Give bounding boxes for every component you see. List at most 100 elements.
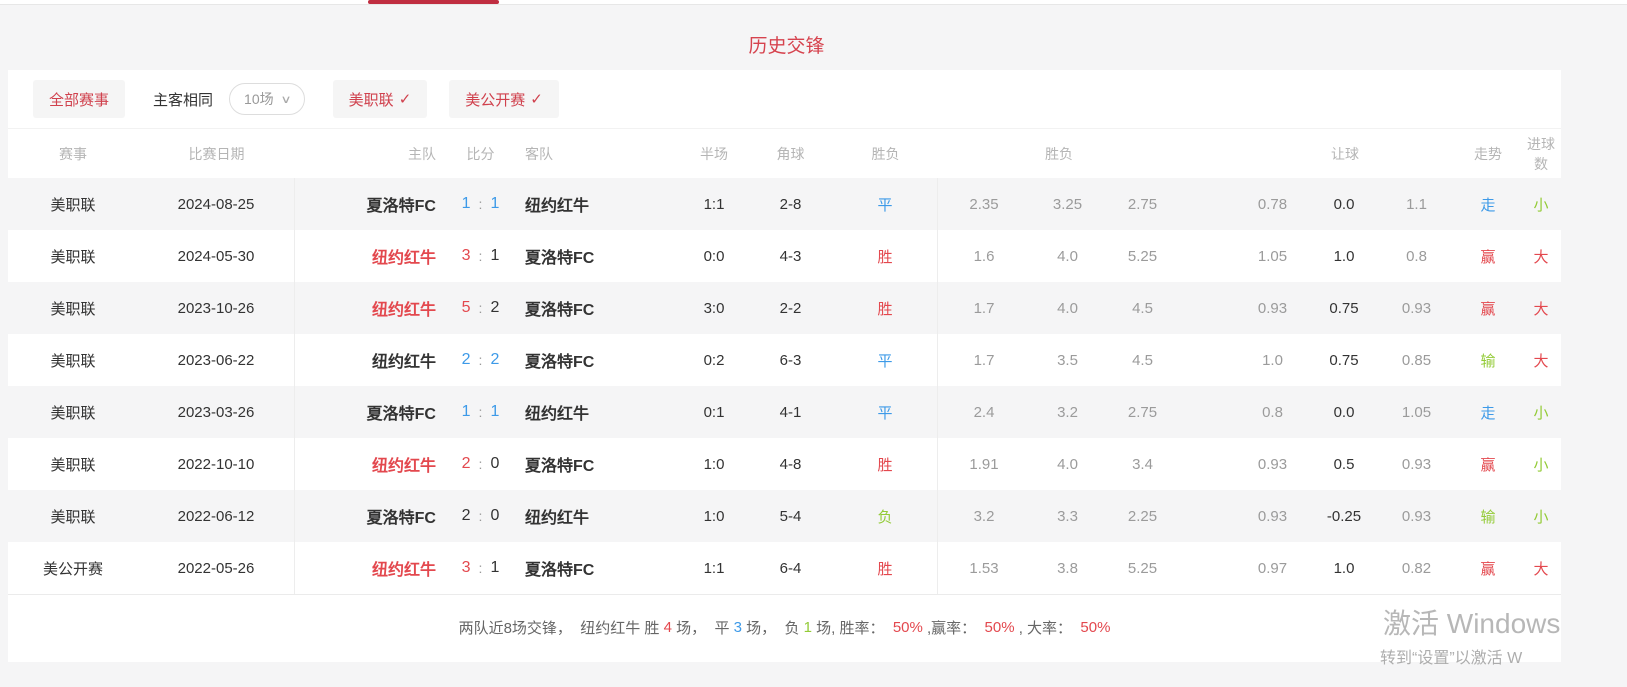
cell-odds-win: 1.53 — [938, 560, 1030, 577]
score-away: 0 — [490, 507, 499, 525]
windows-activation-watermark-sub: 转到“设置”以激活 W — [1380, 644, 1522, 668]
cell-score: 2 : 0 — [448, 507, 513, 525]
cell-trend: 输 — [1455, 506, 1521, 527]
summary-segment: 3 — [734, 619, 742, 636]
cell-handicap-home: 1.05 — [1235, 248, 1310, 265]
cell-halftime: 1:1 — [680, 560, 748, 577]
active-tab-indicator — [368, 0, 499, 4]
cell-trend: 赢 — [1455, 298, 1521, 319]
summary-segment: , 大率： — [1015, 617, 1081, 638]
cell-handicap-away: 0.93 — [1378, 300, 1455, 317]
score-home: 1 — [462, 195, 471, 213]
rounds-dropdown[interactable]: 10场 ∨ — [229, 83, 305, 115]
cell-odds-draw: 3.5 — [1030, 352, 1105, 369]
cell-corners: 4-1 — [748, 404, 833, 421]
header-event: 赛事 — [8, 144, 138, 164]
cell-handicap-home: 1.0 — [1235, 352, 1310, 369]
league-filter-mls-label: 美职联 — [349, 89, 394, 110]
cell-away-team: 夏洛特FC — [513, 296, 680, 320]
cell-result: 胜 — [833, 282, 938, 334]
cell-odds-draw: 3.3 — [1030, 508, 1105, 525]
all-events-label: 全部赛事 — [49, 89, 109, 110]
table-row: 美职联 2022-10-10 纽约红牛 2 : 0 夏洛特FC 1:0 4-8 … — [8, 438, 1561, 490]
cell-goals: 小 — [1521, 402, 1561, 423]
table-row: 美职联 2024-08-25 夏洛特FC 1 : 1 纽约红牛 1:1 2-8 … — [8, 178, 1561, 230]
score-colon: : — [479, 404, 483, 420]
cell-halftime: 1:1 — [680, 196, 748, 213]
cell-date: 2022-05-26 — [138, 542, 295, 594]
cell-handicap-away: 1.05 — [1378, 404, 1455, 421]
cell-handicap-away: 0.93 — [1378, 456, 1455, 473]
cell-result: 平 — [833, 386, 938, 438]
cell-date: 2024-08-25 — [138, 178, 295, 230]
cell-handicap-home: 0.93 — [1235, 508, 1310, 525]
cell-odds-lose: 4.5 — [1105, 352, 1180, 369]
score-home: 2 — [462, 351, 471, 369]
header-trend: 走势 — [1455, 144, 1521, 164]
cell-handicap-line: 0.75 — [1310, 352, 1378, 369]
cell-corners: 5-4 — [748, 508, 833, 525]
cell-odds-draw: 3.25 — [1030, 196, 1105, 213]
same-venue-label[interactable]: 主客相同 — [153, 89, 213, 110]
cell-goals: 大 — [1521, 558, 1561, 579]
summary-segment: ,赢率： — [923, 617, 985, 638]
league-filter-mls[interactable]: 美职联 ✓ — [333, 80, 428, 118]
cell-away-team: 夏洛特FC — [513, 556, 680, 580]
cell-corners: 6-3 — [748, 352, 833, 369]
cell-trend: 赢 — [1455, 558, 1521, 579]
cell-handicap-home: 0.8 — [1235, 404, 1310, 421]
table-row: 美职联 2023-10-26 纽约红牛 5 : 2 夏洛特FC 3:0 2-2 … — [8, 282, 1561, 334]
cell-trend: 走 — [1455, 402, 1521, 423]
score-away: 1 — [490, 195, 499, 213]
score-colon: : — [479, 300, 483, 316]
cell-score: 2 : 2 — [448, 351, 513, 369]
cell-halftime: 0:2 — [680, 352, 748, 369]
header-corners: 角球 — [748, 144, 833, 164]
cell-league: 美职联 — [8, 506, 138, 527]
cell-odds-win: 1.91 — [938, 456, 1030, 473]
cell-league: 美职联 — [8, 402, 138, 423]
windows-activation-watermark: 激活 Windows — [1383, 602, 1560, 642]
cell-odds-lose: 2.25 — [1105, 508, 1180, 525]
score-home: 5 — [462, 299, 471, 317]
check-icon: ✓ — [530, 90, 543, 108]
table-row: 美职联 2023-03-26 夏洛特FC 1 : 1 纽约红牛 0:1 4-1 … — [8, 386, 1561, 438]
cell-handicap-away: 0.82 — [1378, 560, 1455, 577]
cell-odds-draw: 4.0 — [1030, 300, 1105, 317]
table-body: 美职联 2024-08-25 夏洛特FC 1 : 1 纽约红牛 1:1 2-8 … — [8, 178, 1561, 594]
cell-odds-win: 3.2 — [938, 508, 1030, 525]
cell-date: 2023-06-22 — [138, 334, 295, 386]
top-tab-strip — [0, 0, 1627, 5]
cell-score: 5 : 2 — [448, 299, 513, 317]
cell-league: 美职联 — [8, 350, 138, 371]
cell-home-team: 纽约红牛 — [295, 244, 448, 268]
cell-goals: 小 — [1521, 454, 1561, 475]
cell-odds-win: 1.6 — [938, 248, 1030, 265]
summary-segment: 两队近8场交锋， 纽约红牛 胜 — [459, 617, 664, 638]
all-events-button[interactable]: 全部赛事 — [33, 80, 125, 118]
cell-handicap-line: 1.0 — [1310, 560, 1378, 577]
cell-handicap-away: 1.1 — [1378, 196, 1455, 213]
summary-segment: 1 — [804, 619, 812, 636]
cell-handicap-line: 0.0 — [1310, 196, 1378, 213]
cell-score: 2 : 0 — [448, 455, 513, 473]
rounds-value: 10场 — [244, 89, 274, 109]
score-colon: : — [479, 456, 483, 472]
cell-corners: 4-3 — [748, 248, 833, 265]
cell-odds-win: 1.7 — [938, 352, 1030, 369]
league-filter-usopen[interactable]: 美公开赛 ✓ — [449, 80, 559, 118]
cell-odds-draw: 4.0 — [1030, 248, 1105, 265]
cell-trend: 走 — [1455, 194, 1521, 215]
history-head-to-head-panel: 全部赛事 主客相同 10场 ∨ 美职联 ✓ 美公开赛 ✓ 赛事 比赛日期 主队 … — [8, 70, 1561, 662]
summary-segment: 50% — [985, 619, 1015, 636]
cell-halftime: 0:1 — [680, 404, 748, 421]
cell-score: 3 : 1 — [448, 559, 513, 577]
score-home: 2 — [462, 507, 471, 525]
header-home: 主队 — [295, 144, 448, 164]
score-away: 2 — [490, 351, 499, 369]
cell-date: 2023-03-26 — [138, 386, 295, 438]
cell-away-team: 夏洛特FC — [513, 244, 680, 268]
cell-goals: 大 — [1521, 298, 1561, 319]
score-away: 1 — [490, 559, 499, 577]
summary-segment: 4 — [664, 619, 672, 636]
